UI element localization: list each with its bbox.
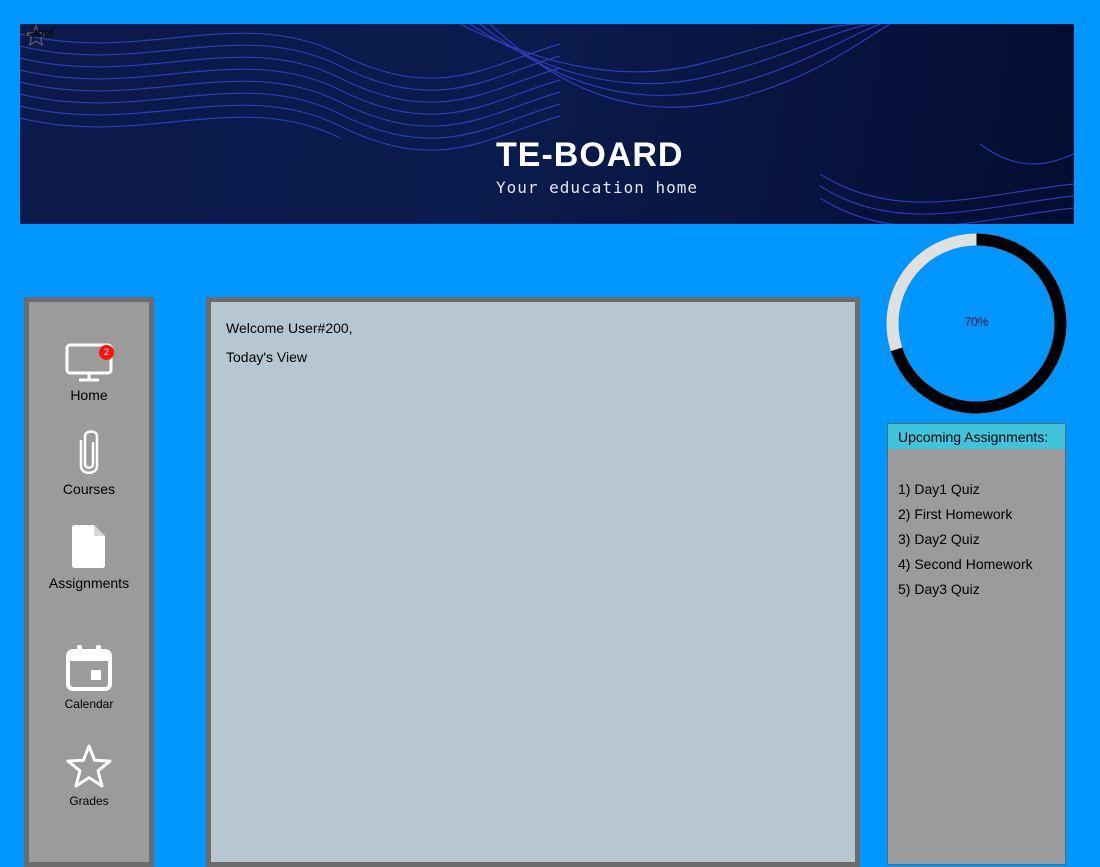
nav-home[interactable]: 2 Home: [29, 342, 149, 403]
progress-label: 70%: [964, 315, 989, 329]
welcome-text: Welcome User#200,: [226, 320, 353, 336]
assignment-item[interactable]: 3) Day2 Quiz: [898, 527, 1065, 552]
today-view-label: Today's View: [226, 349, 308, 365]
document-icon: [72, 525, 105, 568]
sidebar: 2 Home Courses Assignments Calendar Grad…: [24, 297, 154, 867]
nav-calendar-label: Calendar: [64, 697, 114, 711]
assignments-list: 1) Day1 Quiz 2) First Homework 3) Day2 Q…: [888, 449, 1065, 602]
assignments-header: Upcoming Assignments:: [888, 424, 1065, 449]
star-icon: [66, 744, 112, 788]
nav-home-label: Home: [70, 387, 108, 403]
assignment-item[interactable]: 1) Day1 Quiz: [898, 477, 1065, 502]
header-banner: TE-BOARD Your education home: [20, 24, 1074, 224]
main-panel: Welcome User#200, Today's View: [206, 297, 860, 867]
corner-label: Label: [24, 26, 54, 40]
banner-subtitle: Your education home: [496, 178, 699, 197]
upcoming-assignments-panel: Upcoming Assignments: 1) Day1 Quiz 2) Fi…: [887, 423, 1066, 865]
banner-title: TE-BOARD: [496, 136, 684, 174]
nav-assignments-label: Assignments: [48, 575, 130, 591]
nav-courses-label: Courses: [62, 481, 116, 497]
nav-calendar[interactable]: Calendar: [29, 644, 149, 711]
assignment-item[interactable]: 4) Second Homework: [898, 552, 1065, 577]
nav-courses[interactable]: Courses: [29, 428, 149, 497]
calendar-icon: [66, 645, 112, 691]
nav-assignments[interactable]: Assignments: [29, 522, 149, 591]
paperclip-icon: [79, 430, 99, 474]
progress-ring: 70%: [886, 233, 1067, 414]
assignment-item[interactable]: 5) Day3 Quiz: [898, 577, 1065, 602]
assignment-item[interactable]: 2) First Homework: [898, 502, 1065, 527]
nav-grades-label: Grades: [69, 794, 109, 808]
notification-badge: 2: [99, 345, 114, 360]
nav-grades[interactable]: Grades: [29, 743, 149, 808]
